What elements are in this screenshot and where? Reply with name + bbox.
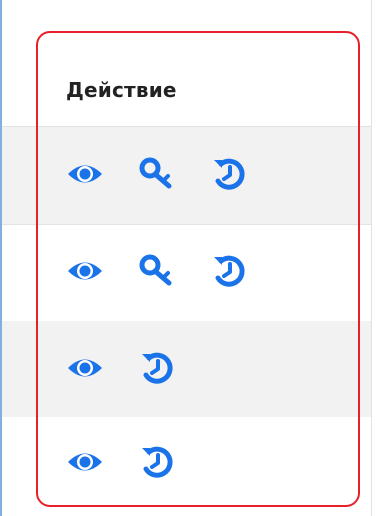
eye-icon[interactable]	[65, 251, 105, 291]
key-icon[interactable]	[137, 251, 177, 291]
eye-icon[interactable]	[65, 348, 105, 388]
column-header-label: Действие	[66, 78, 177, 102]
table-row	[2, 321, 371, 419]
table-row	[2, 417, 371, 507]
history-icon[interactable]	[137, 348, 177, 388]
history-icon[interactable]	[209, 154, 249, 194]
history-icon[interactable]	[209, 251, 249, 291]
table-row	[2, 225, 371, 323]
key-icon[interactable]	[137, 154, 177, 194]
eye-icon[interactable]	[65, 154, 105, 194]
column-header: Действие	[2, 22, 371, 127]
actions-column-screenshot: Действие	[0, 0, 381, 516]
table-row	[2, 127, 371, 225]
table-right-border	[371, 0, 372, 516]
history-icon[interactable]	[137, 442, 177, 482]
eye-icon[interactable]	[65, 442, 105, 482]
